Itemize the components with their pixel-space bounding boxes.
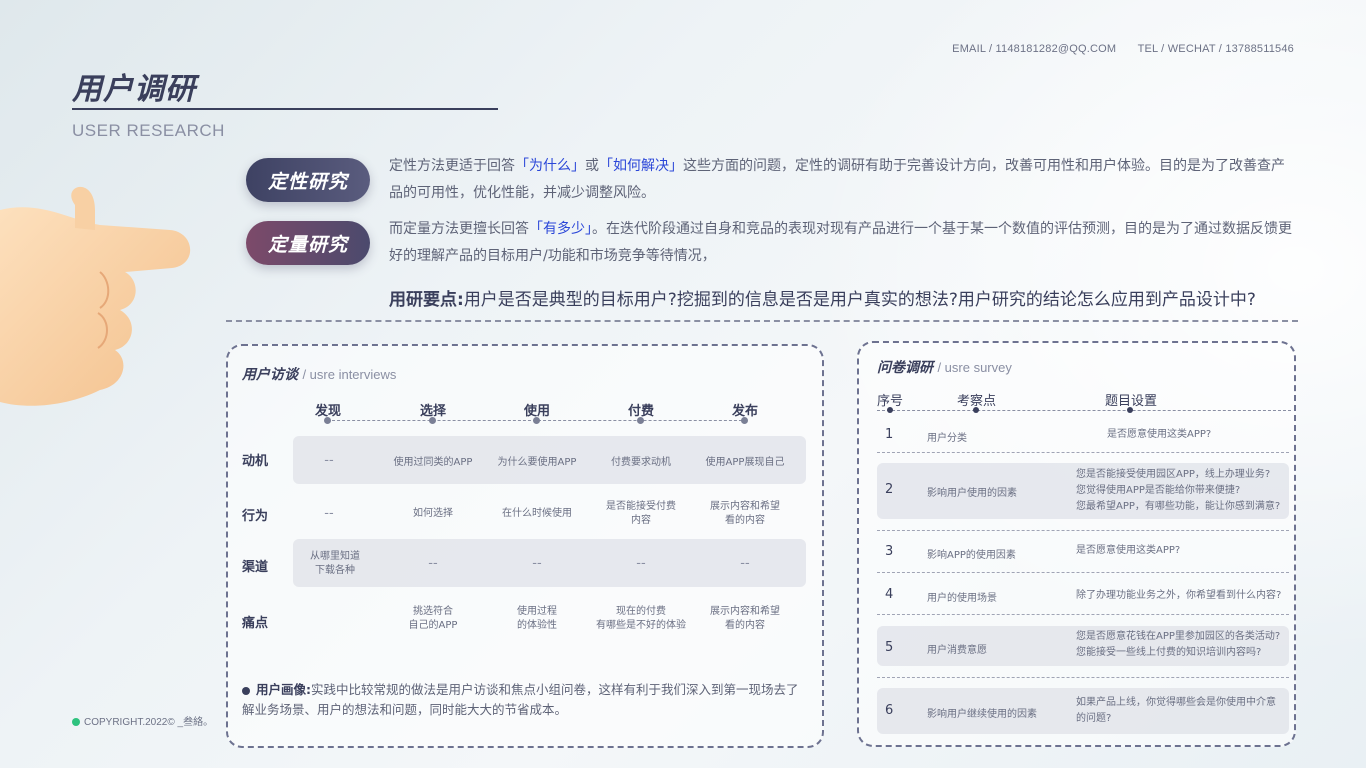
survey-row-no: 1 [885,427,894,442]
table-cell: 现在的付费 有哪些是不好的体验 [596,606,686,631]
table-cell: 是否能接受付费 内容 [606,501,676,526]
row-separator [877,677,1289,678]
header-dot [973,407,979,413]
survey-row-question: 您是否愿意花钱在APP里参加园区的各类活动? 您能接受一些线上付费的知识培训内容… [1076,631,1281,658]
survey-row-point: 用户消费意愿 [927,645,987,656]
row-separator [877,452,1289,453]
header-dot [1127,407,1133,413]
survey-header-line [877,410,1291,411]
qual-text-1: 定性方法更适于回答 [389,158,515,174]
table-cell: 从哪里知道 下载各种 [310,551,360,576]
table-cell: 付费要求动机 [611,457,671,468]
copyright-text: COPYRIGHT.2022© _叁絡。 [84,717,214,728]
survey-row-question: 如果产品上线，你觉得哪些会是你使用中介意 的问题? [1076,697,1276,724]
survey-row-point: 影响APP的使用因素 [927,550,1016,561]
survey-header-question: 题目设置 [1105,394,1158,409]
header-dot [887,407,893,413]
survey-row-point: 用户分类 [927,433,967,444]
row-separator [877,614,1289,615]
note-label: 用户画像: [256,682,311,697]
table-cell: 在什么时候使用 [502,508,572,519]
survey-row-no: 3 [885,544,894,559]
table-cell: 挑选符合 自己的APP [408,606,458,631]
table-cell: -- [324,453,334,468]
quantitative-badge: 定量研究 [246,221,370,265]
table-cell: 展示内容和希望 看的内容 [710,606,780,631]
row-label-behavior: 行为 [242,509,269,524]
stage-dot [324,417,331,424]
keypoint-label: 用研要点: [389,290,464,310]
qual-text-2: 或 [585,158,599,174]
table-cell: -- [740,556,750,571]
qualitative-badge: 定性研究 [246,158,370,202]
survey-row-no: 2 [885,482,894,497]
qualitative-description: 定性方法更适于回答「为什么」或「如何解决」这些方面的问题，定性的调研有助于完善设… [389,153,1294,207]
note-text: 实践中比较常规的做法是用户访谈和焦点小组问卷，这样有利于我们深入到第一现场去了解… [242,682,799,717]
survey-row-question: 您是否能接受使用园区APP，线上办理业务? 您觉得使用APP是否能给你带来便捷?… [1076,469,1281,512]
qual-highlight-how: 「如何解决」 [599,158,683,174]
interviews-title-text: 用户访谈 [242,367,298,383]
survey-row-no: 5 [885,640,894,655]
stage-dot [741,417,748,424]
interviews-title: 用户访谈 / usre interviews [242,364,396,384]
row-label-pain-point: 痛点 [242,616,269,631]
row-separator [877,530,1289,531]
table-cell: 为什么要使用APP [497,457,577,468]
section-divider [226,320,1298,322]
survey-row-question: 是否愿意使用这类APP? [1076,545,1181,556]
survey-row-point: 用户的使用场景 [927,593,997,604]
table-cell: 展示内容和希望 看的内容 [710,501,780,526]
table-cell: 使用过程 的体验性 [517,606,557,631]
table-cell: 使用APP展现自己 [705,457,785,468]
survey-row-point: 影响用户继续使用的因素 [927,709,1037,720]
table-cell: 如何选择 [413,508,453,519]
green-dot-icon [72,718,80,727]
quant-highlight-how-many: 「有多少」 [529,221,592,237]
table-cell: -- [324,506,334,521]
survey-row-no: 6 [885,703,894,718]
contact-tel: TEL / WECHAT / 13788511546 [1137,43,1294,55]
survey-row-question: 除了办理功能业务之外，你希望看到什么内容? [1076,590,1282,601]
quant-text-1: 而定量方法更擅长回答 [389,221,529,237]
table-cell: 使用过同类的APP [393,457,473,468]
stage-dot [429,417,436,424]
survey-title: 问卷调研 / usre survey [877,357,1012,377]
qual-highlight-why: 「为什么」 [515,158,585,174]
stage-dot [533,417,540,424]
row-separator [877,572,1289,573]
stage-dot [637,417,644,424]
survey-subtitle: / usre survey [937,360,1012,375]
bullet-icon [242,686,250,695]
row-label-motivation: 动机 [242,454,269,469]
contact-info: EMAIL / 1148181282@QQ.COM TEL / WECHAT /… [952,43,1294,55]
row-label-channel: 渠道 [242,560,269,575]
survey-row-no: 4 [885,587,894,602]
survey-row-point: 影响用户使用的因素 [927,488,1017,499]
table-cell: -- [636,556,646,571]
copyright: COPYRIGHT.2022© _叁絡。 [72,713,213,728]
quantitative-description: 而定量方法更擅长回答「有多少」。在迭代阶段通过自身和竞品的表现对现有产品进行一个… [389,216,1294,270]
page-subtitle: USER RESEARCH [72,121,225,140]
title-underline [72,108,498,110]
keypoint-text: 用户是否是典型的目标用户?挖掘到的信息是否是用户真实的想法?用户研究的结论怎么应… [463,290,1256,310]
survey-title-text: 问卷调研 [877,360,933,376]
survey-row-question: 是否愿意使用这类APP? [1107,429,1212,440]
interviews-subtitle: / usre interviews [302,367,397,382]
pointing-hand-icon [0,186,191,406]
page-title: 用户调研 [72,72,196,107]
user-persona-note: 用户画像:实践中比较常规的做法是用户访谈和焦点小组问卷，这样有利于我们深入到第一… [242,680,807,720]
table-cell: -- [428,556,438,571]
table-cell: -- [532,556,542,571]
research-keypoint: 用研要点:用户是否是典型的目标用户?挖掘到的信息是否是用户真实的想法?用户研究的… [389,285,1256,310]
contact-email: EMAIL / 1148181282@QQ.COM [952,43,1117,55]
